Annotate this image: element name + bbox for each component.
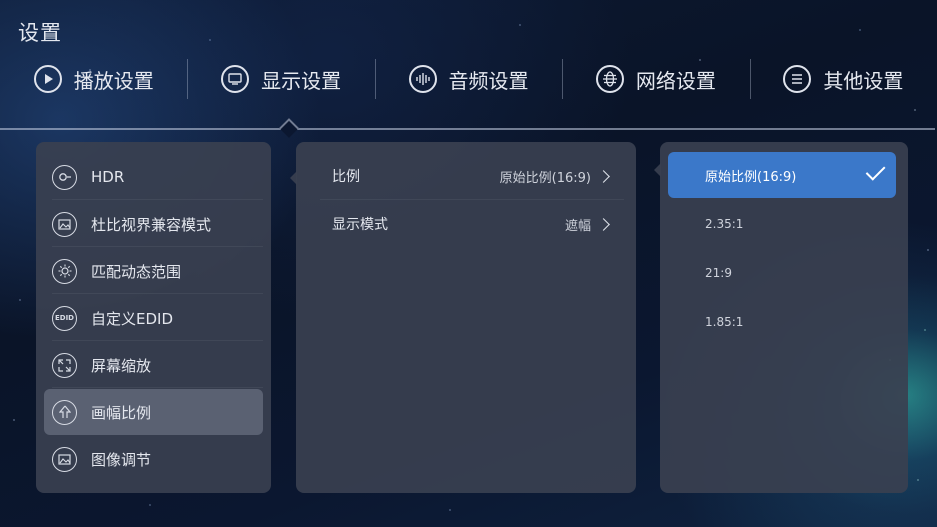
play-icon bbox=[33, 65, 62, 93]
checkmark-icon bbox=[865, 160, 886, 181]
ratio-option-2-35[interactable]: 2.35:1 bbox=[668, 201, 896, 247]
brightness-icon bbox=[52, 258, 77, 284]
menu-item-label: 自定义EDID bbox=[91, 309, 174, 328]
ratio-option-original[interactable]: 原始比例(16:9) bbox=[668, 152, 896, 198]
divider bbox=[52, 199, 263, 200]
menu-item-label: 屏幕缩放 bbox=[91, 356, 152, 375]
setting-value: 原始比例(16:9) bbox=[499, 170, 591, 186]
divider bbox=[52, 293, 263, 294]
tab-underline bbox=[0, 128, 935, 130]
menu-item-label: 杜比视界兼容模式 bbox=[91, 215, 212, 234]
tab-label: 播放设置 bbox=[73, 68, 154, 93]
ratio-option-1-85[interactable]: 1.85:1 bbox=[668, 299, 896, 345]
ratio-options-panel: 原始比例(16:9) 2.35:1 21:9 1.85:1 bbox=[660, 142, 908, 493]
edid-icon: EDID bbox=[52, 305, 77, 331]
page-title: 设置 bbox=[18, 21, 62, 45]
tab-label: 网络设置 bbox=[635, 68, 716, 93]
aspect-settings-panel: 比例 原始比例(16:9) 显示模式 遮幅 bbox=[296, 142, 636, 493]
setting-label: 比例 bbox=[332, 169, 360, 185]
tab-label: 其他设置 bbox=[823, 68, 904, 93]
menu-item-label: 图像调节 bbox=[91, 450, 152, 469]
setting-label: 显示模式 bbox=[332, 217, 388, 233]
tab-label: 音频设置 bbox=[448, 68, 529, 93]
tab-network[interactable]: 网络设置 bbox=[562, 55, 749, 103]
setting-row-display-mode[interactable]: 显示模式 遮幅 bbox=[308, 200, 624, 248]
hdr-icon bbox=[52, 164, 77, 190]
menu-item-label: 匹配动态范围 bbox=[91, 262, 182, 281]
tab-audio[interactable]: 音频设置 bbox=[374, 55, 562, 103]
menu-item-aspect-ratio[interactable]: 画幅比例 bbox=[44, 389, 263, 435]
divider bbox=[52, 387, 263, 388]
menu-item-hdr[interactable]: HDR bbox=[44, 154, 263, 200]
menu-item-label: 画幅比例 bbox=[91, 403, 152, 422]
chevron-right-icon bbox=[597, 169, 610, 183]
tab-display[interactable]: 显示设置 bbox=[187, 55, 374, 103]
ratio-option-21-9[interactable]: 21:9 bbox=[668, 250, 896, 296]
tab-playback[interactable]: 播放设置 bbox=[0, 55, 187, 103]
divider bbox=[52, 246, 263, 247]
settings-tabs: 播放设置 显示设置 音频设置 网络设置 其他设置 bbox=[0, 55, 937, 103]
display-icon bbox=[221, 65, 250, 93]
image-icon bbox=[52, 211, 77, 237]
display-menu-panel: HDR 杜比视界兼容模式 匹配动态范围 EDID 自定义EDID 屏幕缩放 画幅… bbox=[36, 142, 271, 493]
option-label: 2.35:1 bbox=[705, 217, 744, 231]
setting-row-ratio[interactable]: 比例 原始比例(16:9) bbox=[308, 152, 624, 200]
option-label: 1.85:1 bbox=[705, 315, 744, 329]
chevron-right-icon bbox=[597, 217, 610, 231]
picture-adjust-icon bbox=[52, 446, 77, 472]
tab-label: 显示设置 bbox=[261, 68, 342, 93]
menu-item-dolby-vision[interactable]: 杜比视界兼容模式 bbox=[44, 201, 263, 247]
tab-other[interactable]: 其他设置 bbox=[749, 55, 937, 103]
divider bbox=[52, 340, 263, 341]
expand-icon bbox=[52, 352, 77, 378]
globe-icon bbox=[595, 65, 624, 93]
menu-item-screen-scaling[interactable]: 屏幕缩放 bbox=[44, 342, 263, 388]
menu-item-custom-edid[interactable]: EDID 自定义EDID bbox=[44, 295, 263, 341]
aspect-icon bbox=[52, 399, 77, 425]
menu-lines-icon bbox=[783, 65, 812, 93]
option-label: 原始比例(16:9) bbox=[705, 169, 797, 185]
active-tab-pointer bbox=[279, 118, 299, 138]
option-label: 21:9 bbox=[705, 266, 732, 280]
menu-item-match-dynamic-range[interactable]: 匹配动态范围 bbox=[44, 248, 263, 294]
setting-value: 遮幅 bbox=[564, 218, 591, 234]
menu-item-label: HDR bbox=[91, 168, 125, 186]
menu-item-picture-adjust[interactable]: 图像调节 bbox=[44, 436, 263, 482]
audio-wave-icon bbox=[408, 65, 437, 93]
